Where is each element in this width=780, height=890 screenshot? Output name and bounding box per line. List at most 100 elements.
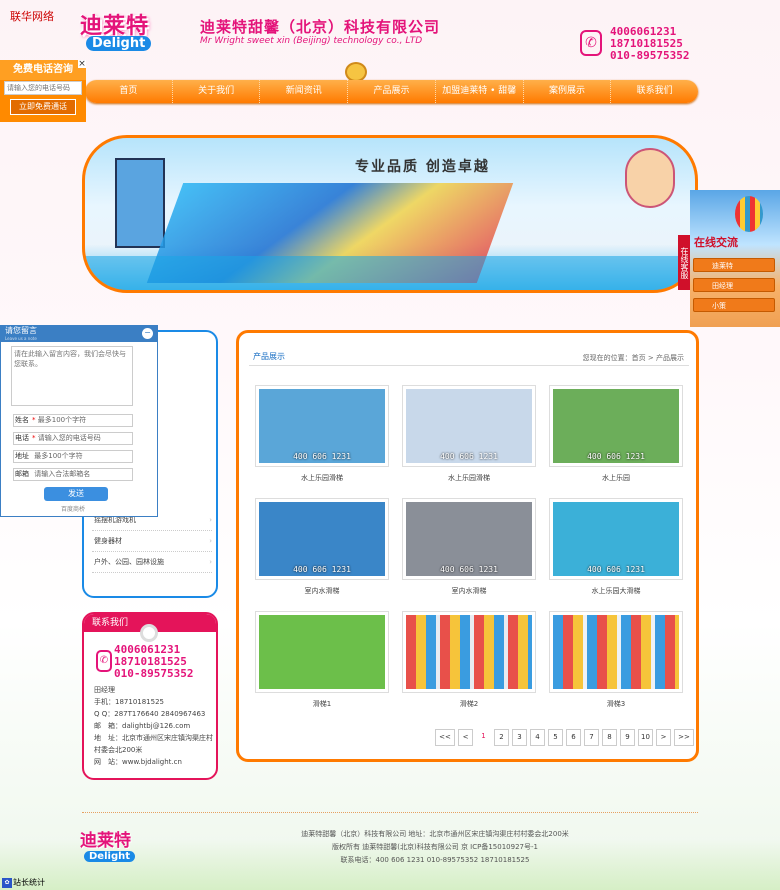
page-2[interactable]: 2 [494,729,509,746]
page-5[interactable]: 5 [548,729,563,746]
banner-waves [85,256,695,290]
product-card[interactable]: 400 606 1231 水上乐园滑梯 [255,385,389,483]
site-stats-link[interactable]: ✿ 站长统计 [2,877,45,888]
message-textarea[interactable] [11,346,133,406]
category-item[interactable]: 户外、公园、园林设施 [92,552,212,573]
minimize-icon[interactable]: − [142,328,153,339]
online-title: 在线交流 [694,236,738,249]
breadcrumb[interactable]: 您现在的位置：首页 > 产品展示 [583,353,684,363]
contact-info: 田经理 手机：18710181525 Q Q：287T176640 284096… [94,684,216,768]
product-image[interactable]: 400 606 1231 [406,502,532,576]
footer-logo: 迪莱特 Delight [80,826,160,870]
qq-contact-button[interactable]: 小策 [693,298,775,312]
name-field[interactable]: 姓名 * 最多100个字符 [13,414,133,427]
product-image[interactable] [553,615,679,689]
phone-icon: ✆ [96,650,112,672]
watermark-text: 联华网络 [10,10,54,23]
product-card[interactable]: 400 606 1231 室内水滑梯 [402,498,536,596]
message-header: 请您留言 Leave us a note − [1,326,157,342]
contact-box: 联系我们 ✆ 4006061231 18710181525 010-895753… [82,612,218,780]
page-9[interactable]: 9 [620,729,635,746]
contact-phones: ✆ 4006061231 18710181525 010-89575352 [96,644,193,680]
message-title: 请您留言 [5,326,37,335]
product-panel: 产品展示 您现在的位置：首页 > 产品展示 400 606 1231 水上乐园滑… [236,330,699,762]
nav-products[interactable]: 产品展示 [348,80,436,103]
free-call-title: 免费电话咨询 [0,60,86,80]
page-8[interactable]: 8 [602,729,617,746]
footer-logo-en: Delight [84,851,135,862]
footer-line: 联系电话：400 606 1231 010-89575352 187101815… [340,856,530,864]
page-7[interactable]: 7 [584,729,599,746]
product-name[interactable]: 水上乐园 [549,473,683,483]
contact-line: Q Q：287T176640 2840967463 [94,710,206,718]
page-6[interactable]: 6 [566,729,581,746]
qq-contact-button[interactable]: 田经理 [693,278,775,292]
page-4[interactable]: 4 [530,729,545,746]
footer-logo-cn: 迪莱特 [80,831,131,851]
free-call-phone-input[interactable] [4,81,82,95]
product-name[interactable]: 滑梯3 [549,699,683,709]
product-image[interactable]: 400 606 1231 [406,389,532,463]
product-name[interactable]: 水上乐园滑梯 [255,473,389,483]
page-10[interactable]: 10 [638,729,653,746]
product-name[interactable]: 滑梯2 [402,699,536,709]
qq-contact-button[interactable]: 迪莱特 [693,258,775,272]
prev-page-button[interactable]: < [458,729,473,746]
product-card[interactable]: 400 606 1231 水上乐园 [549,385,683,483]
product-image[interactable]: 400 606 1231 [259,389,385,463]
logo-en: Delight [86,36,152,51]
product-name[interactable]: 室内水滑梯 [402,586,536,596]
header-phone: 010-89575352 [610,49,690,62]
main-nav: 首页 关于我们 新闻资讯 产品展示 加盟迪莱特 • 甜馨 案例展示 联系我们 [85,80,698,103]
nav-join[interactable]: 加盟迪莱特 • 甜馨 [436,80,524,103]
phone-field[interactable]: 电话 * 请输入您的电话号码 [13,432,133,445]
nav-contact[interactable]: 联系我们 [611,80,698,103]
product-name[interactable]: 室内水滑梯 [255,586,389,596]
message-widget: 请您留言 Leave us a note − 姓名* 最多100个字符 电话* … [0,325,158,517]
product-image[interactable]: 400 606 1231 [553,502,679,576]
footer-line: 迪莱特甜馨（北京）科技有限公司 地址：北京市通州区宋庄镇沟渠庄村村委会北200米 [301,830,569,838]
paw-icon: ✿ [2,877,12,888]
product-card[interactable]: 滑梯1 [255,611,389,709]
category-item[interactable]: 健身器材 [92,531,212,552]
free-call-widget: 免费电话咨询 立即免费通话 [0,60,86,122]
nav-cases[interactable]: 案例展示 [524,80,612,103]
email-field[interactable]: 邮箱 请输入合法邮箱名 [13,468,133,481]
nav-news[interactable]: 新闻资讯 [260,80,349,103]
contact-phone: 010-89575352 [114,667,194,680]
product-name[interactable]: 滑梯1 [255,699,389,709]
last-page-button[interactable]: >> [674,729,694,746]
footer-line: 版权所有 迪莱特甜馨(北京)科技有限公司 京 ICP备15010927号-1 [332,843,538,851]
free-call-button[interactable]: 立即免费通话 [10,99,76,115]
contact-line: 田经理 [94,686,115,694]
product-name[interactable]: 水上乐园大滑梯 [549,586,683,596]
close-icon[interactable]: × [78,60,86,69]
product-card[interactable]: 400 606 1231 水上乐园大滑梯 [549,498,683,596]
footer-divider [82,812,698,813]
logo[interactable]: 迪莱特 Delight [80,8,176,58]
nav-about[interactable]: 关于我们 [173,80,261,103]
product-card[interactable]: 400 606 1231 室内水滑梯 [255,498,389,596]
product-card[interactable]: 滑梯3 [549,611,683,709]
product-card[interactable]: 400 606 1231 水上乐园滑梯 [402,385,536,483]
next-page-button[interactable]: > [656,729,671,746]
castle-illustration [115,158,165,248]
page-1[interactable]: 1 [476,729,491,746]
product-image[interactable]: 400 606 1231 [259,502,385,576]
nav-home[interactable]: 首页 [85,80,173,103]
online-service-tab[interactable]: 在线客服 [678,235,690,290]
product-name[interactable]: 水上乐园滑梯 [402,473,536,483]
product-card[interactable]: 滑梯2 [402,611,536,709]
first-page-button[interactable]: << [435,729,455,746]
company-name-cn: 迪莱特甜馨（北京）科技有限公司 [200,18,441,36]
page-3[interactable]: 3 [512,729,527,746]
product-image[interactable] [259,615,385,689]
product-image[interactable]: 400 606 1231 [553,389,679,463]
banner-slogan: 专业品质 创造卓越 [355,159,490,175]
address-field[interactable]: 地址 最多100个字符 [13,450,133,463]
contact-line: 地 址：北京市通州区宋庄镇沟渠庄村村委会北200米 [94,734,213,754]
send-button[interactable]: 发送 [44,487,108,501]
bear-mascot-icon [345,62,367,82]
product-image[interactable] [406,615,532,689]
category-list: 摇摆机游戏机 健身器材 户外、公园、园林设施 [92,510,212,573]
